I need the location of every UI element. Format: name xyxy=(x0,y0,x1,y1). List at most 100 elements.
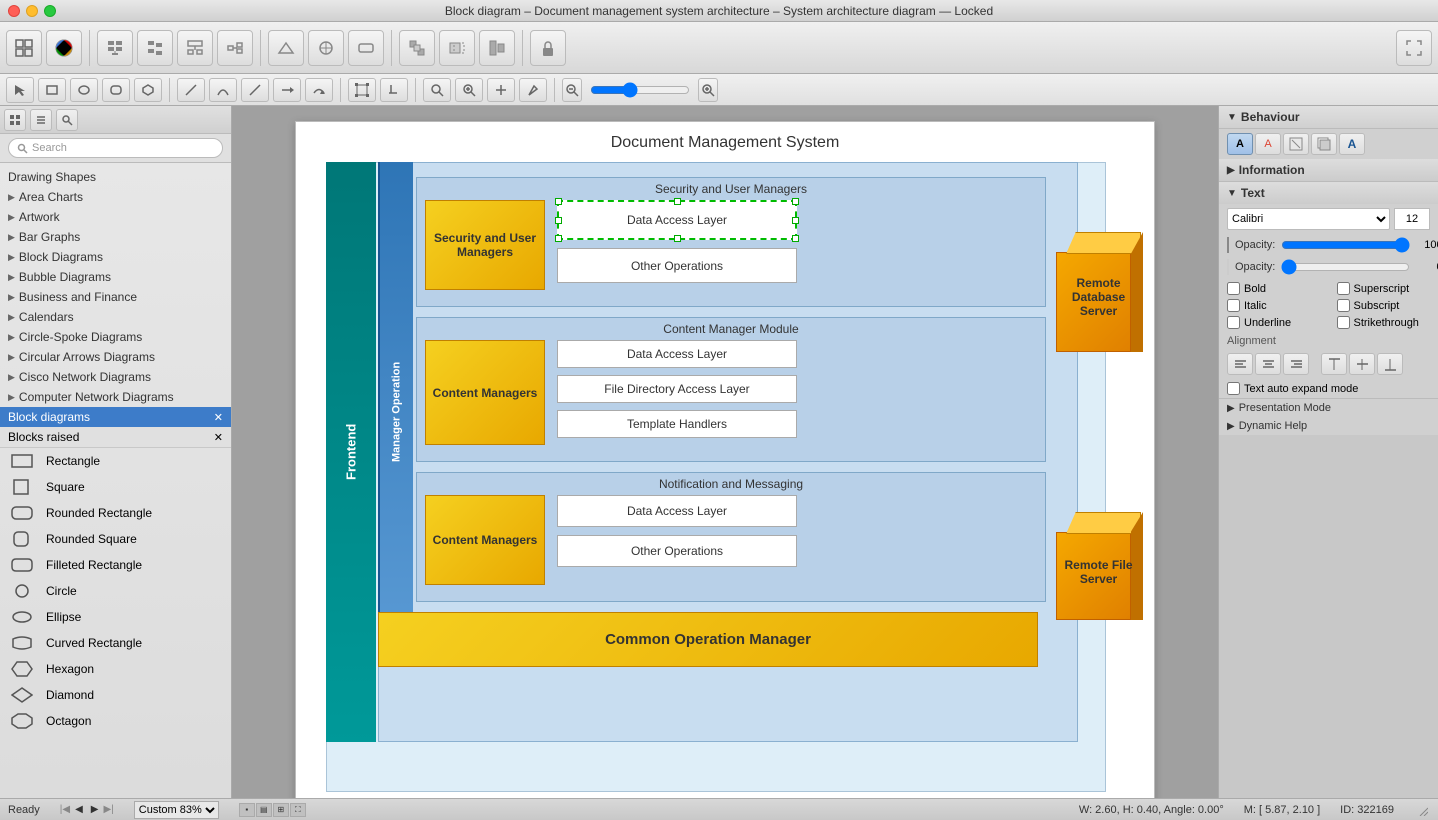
transform3-button[interactable] xyxy=(348,30,384,66)
transform-button[interactable] xyxy=(268,30,304,66)
view-grid-button[interactable]: ⊞ xyxy=(273,803,289,817)
sidebar-item-computer-network[interactable]: ▶ Computer Network Diagrams xyxy=(0,387,231,407)
layout4-button[interactable] xyxy=(217,30,253,66)
view-full-button[interactable]: ⛶ xyxy=(290,803,306,817)
superscript-checkbox[interactable] xyxy=(1337,282,1350,295)
text-auto-expand-row[interactable]: Text auto expand mode xyxy=(1219,379,1438,398)
data-access-layer-security[interactable]: Data Access Layer xyxy=(557,200,797,240)
page-prev-button[interactable]: ◀ xyxy=(72,804,86,815)
text-header[interactable]: ▼ Text xyxy=(1219,182,1438,204)
canvas-area[interactable]: Document Management System Frontend Mana… xyxy=(232,106,1218,798)
grid-button[interactable] xyxy=(6,30,42,66)
shape-item-circle[interactable]: Circle xyxy=(0,578,231,604)
opacity-slider-2[interactable] xyxy=(1281,263,1410,271)
format-color-button[interactable]: A xyxy=(1255,133,1281,155)
format-bold-button[interactable]: A xyxy=(1227,133,1253,155)
valign-middle-button[interactable] xyxy=(1349,353,1375,375)
minimize-button[interactable] xyxy=(26,5,38,17)
sidebar-item-artwork[interactable]: ▶ Artwork xyxy=(0,207,231,227)
dynamic-help-row[interactable]: ▶ Dynamic Help xyxy=(1219,417,1438,435)
sidebar-search-toggle[interactable] xyxy=(56,109,78,131)
shape-item-curved-rect[interactable]: Curved Rectangle xyxy=(0,630,231,656)
rounded-tool[interactable] xyxy=(102,78,130,102)
underline-checkbox-row[interactable]: Underline xyxy=(1219,314,1329,331)
sidebar-item-bar-graphs[interactable]: ▶ Bar Graphs xyxy=(0,227,231,247)
sidebar-item-block-diagrams[interactable]: ▶ Block Diagrams xyxy=(0,247,231,267)
sidebar-item-bubble-diagrams[interactable]: ▶ Bubble Diagrams xyxy=(0,267,231,287)
opacity-slider-1[interactable] xyxy=(1281,241,1410,249)
rect-tool[interactable] xyxy=(38,78,66,102)
drawing-shapes-header[interactable]: Drawing Shapes xyxy=(0,167,231,187)
zoom-slider[interactable] xyxy=(590,82,690,98)
bold-checkbox-row[interactable]: Bold xyxy=(1219,280,1329,297)
superscript-checkbox-row[interactable]: Superscript xyxy=(1329,280,1438,297)
shape-item-octagon[interactable]: Octagon xyxy=(0,708,231,734)
resize-tool[interactable] xyxy=(348,78,376,102)
format-background-button[interactable] xyxy=(1283,133,1309,155)
sidebar-list-toggle[interactable] xyxy=(30,109,52,131)
valign-top-button[interactable] xyxy=(1321,353,1347,375)
crop-tool[interactable] xyxy=(380,78,408,102)
color-swatch-1[interactable] xyxy=(1227,237,1229,253)
fullscreen-button[interactable] xyxy=(1396,30,1432,66)
zoom-fit-button[interactable] xyxy=(423,78,451,102)
presentation-mode-row[interactable]: ▶ Presentation Mode xyxy=(1219,399,1438,417)
sidebar-active-category[interactable]: Block diagrams ✕ xyxy=(0,407,231,427)
pan-tool[interactable] xyxy=(487,78,515,102)
sidebar-item-business-finance[interactable]: ▶ Business and Finance xyxy=(0,287,231,307)
subscript-checkbox[interactable] xyxy=(1337,299,1350,312)
close-category-icon[interactable]: ✕ xyxy=(214,411,223,424)
subscript-checkbox-row[interactable]: Subscript xyxy=(1329,297,1438,314)
sidebar-item-circular-arrows[interactable]: ▶ Circular Arrows Diagrams xyxy=(0,347,231,367)
maximize-button[interactable] xyxy=(44,5,56,17)
underline-checkbox[interactable] xyxy=(1227,316,1240,329)
zoom-in-canvas-button[interactable] xyxy=(698,78,718,102)
color-wheel-button[interactable] xyxy=(46,30,82,66)
layout3-button[interactable] xyxy=(177,30,213,66)
zoom-select[interactable]: Custom 83% xyxy=(134,801,219,819)
transform2-button[interactable] xyxy=(308,30,344,66)
sidebar-item-cisco[interactable]: ▶ Cisco Network Diagrams xyxy=(0,367,231,387)
align-center-button[interactable] xyxy=(1255,353,1281,375)
italic-checkbox[interactable] xyxy=(1227,299,1240,312)
close-subcategory-icon[interactable]: ✕ xyxy=(214,431,223,444)
layout-button[interactable] xyxy=(97,30,133,66)
file-dir-access-layer[interactable]: File Directory Access Layer xyxy=(557,375,797,403)
view-page-button[interactable]: ▤ xyxy=(256,803,272,817)
zoom-out-button[interactable] xyxy=(562,78,582,102)
arrange2-button[interactable] xyxy=(439,30,475,66)
shape-item-square[interactable]: Square xyxy=(0,474,231,500)
sidebar-subcategory[interactable]: Blocks raised ✕ xyxy=(0,427,231,448)
line-tool[interactable] xyxy=(177,78,205,102)
layout2-button[interactable] xyxy=(137,30,173,66)
bold-checkbox[interactable] xyxy=(1227,282,1240,295)
close-button[interactable] xyxy=(8,5,20,17)
italic-checkbox-row[interactable]: Italic xyxy=(1219,297,1329,314)
shape-item-hexagon[interactable]: Hexagon xyxy=(0,656,231,682)
font-size-input[interactable] xyxy=(1394,208,1430,230)
canvas-scroll[interactable]: Document Management System Frontend Mana… xyxy=(232,106,1218,798)
shape-item-diamond[interactable]: Diamond xyxy=(0,682,231,708)
strikethrough-checkbox[interactable] xyxy=(1337,316,1350,329)
shape-item-ellipse[interactable]: Ellipse xyxy=(0,604,231,630)
format-text-button[interactable]: A xyxy=(1339,133,1365,155)
sidebar-item-calendars[interactable]: ▶ Calendars xyxy=(0,307,231,327)
shape-item-rounded-rect[interactable]: Rounded Rectangle xyxy=(0,500,231,526)
select-tool[interactable] xyxy=(6,77,34,103)
format-shadow-button[interactable] xyxy=(1311,133,1337,155)
align-right-button[interactable] xyxy=(1283,353,1309,375)
resize-grip[interactable] xyxy=(1414,802,1430,818)
view-normal-button[interactable]: ▪ xyxy=(239,803,255,817)
ellipse-tool[interactable] xyxy=(70,78,98,102)
polygon-tool[interactable] xyxy=(134,78,162,102)
shape-item-rounded-square[interactable]: Rounded Square xyxy=(0,526,231,552)
zoom-in-button[interactable] xyxy=(455,78,483,102)
template-handlers[interactable]: Template Handlers xyxy=(557,410,797,438)
other-operations-notification[interactable]: Other Operations xyxy=(557,535,797,567)
connector-tool[interactable] xyxy=(273,78,301,102)
font-select[interactable]: Calibri xyxy=(1227,208,1390,230)
sidebar-view-toggle[interactable] xyxy=(4,109,26,131)
shape-item-filleted-rect[interactable]: Filleted Rectangle xyxy=(0,552,231,578)
strikethrough-checkbox-row[interactable]: Strikethrough xyxy=(1329,314,1438,331)
other-operations-security[interactable]: Other Operations xyxy=(557,248,797,283)
